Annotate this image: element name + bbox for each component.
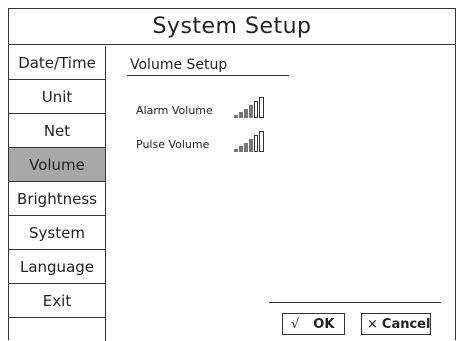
alarm-volume-level-bar-3	[244, 109, 248, 118]
alarm-volume-level-bar-4	[249, 105, 253, 118]
check-icon: √	[291, 316, 300, 332]
pulse-volume-level-cap	[259, 131, 264, 152]
page-title: System Setup	[9, 9, 455, 45]
pulse-volume-row: Pulse Volume	[136, 130, 280, 152]
alarm-volume-control[interactable]	[234, 96, 280, 118]
pulse-volume-level-bar-1	[234, 149, 238, 152]
ok-button[interactable]: √ OK	[282, 313, 345, 335]
alarm-volume-level-bar-1	[234, 115, 238, 118]
cancel-label: Cancel	[381, 316, 431, 332]
pulse-volume-level-bar-3	[244, 143, 248, 152]
sidebar-item-net[interactable]: Net	[9, 114, 106, 148]
sidebar-item-brightness[interactable]: Brightness	[9, 182, 106, 216]
sidebar-item-date-time[interactable]: Date/Time	[9, 46, 106, 80]
sidebar-item-unit[interactable]: Unit	[9, 80, 106, 114]
system-setup-screen: System Setup Date/Time Unit Net Volume B…	[8, 8, 456, 341]
ok-label: OK	[313, 316, 335, 332]
section-title: Volume Setup	[127, 54, 289, 76]
sidebar-divider	[9, 318, 106, 341]
sidebar-item-volume[interactable]: Volume	[9, 148, 106, 182]
alarm-volume-level-bar-2	[239, 112, 243, 118]
alarm-volume-label: Alarm Volume	[136, 104, 213, 117]
alarm-volume-row: Alarm Volume	[136, 96, 280, 118]
pulse-volume-level-bar-2	[239, 146, 243, 152]
pulse-volume-level-bar-5	[254, 135, 258, 152]
pulse-volume-control[interactable]	[234, 130, 280, 152]
sidebar-item-exit[interactable]: Exit	[9, 284, 106, 318]
close-icon: ×	[367, 316, 378, 332]
pulse-volume-level-bar-4	[249, 139, 253, 152]
button-divider	[269, 302, 441, 303]
pulse-volume-label: Pulse Volume	[136, 138, 210, 151]
alarm-volume-level-cap	[259, 97, 264, 118]
alarm-volume-level-bar-5	[254, 101, 258, 118]
cancel-button[interactable]: × Cancel	[361, 313, 431, 335]
sidebar-item-system[interactable]: System	[9, 216, 106, 250]
sidebar-item-language[interactable]: Language	[9, 250, 106, 284]
sidebar: Date/Time Unit Net Volume Brightness Sys…	[9, 46, 106, 341]
volume-setup-panel: Volume Setup Alarm Volume Pulse Volume √…	[106, 46, 456, 341]
